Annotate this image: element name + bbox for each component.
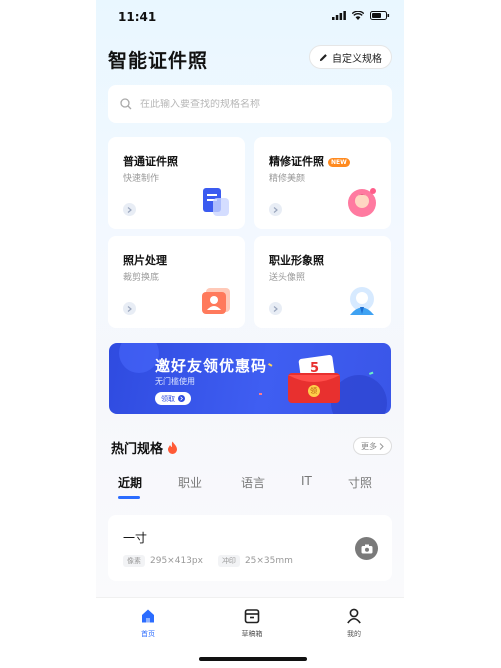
spec-tabs: 近期 职业 语言 IT 寸照 <box>96 474 404 499</box>
claim-button[interactable]: 领取 <box>155 392 191 405</box>
section-title: 热门规格 <box>111 438 178 457</box>
search-bar[interactable] <box>108 85 392 123</box>
card-subtitle: 送头像照 <box>269 273 306 283</box>
wifi-icon <box>352 11 364 20</box>
home-icon <box>142 609 154 623</box>
card-title: 精修证件照 NEW <box>269 153 350 169</box>
nav-home-label: 首页 <box>141 630 155 638</box>
nav-drafts-label: 草稿箱 <box>241 630 263 638</box>
banner-title: 邀好友领优惠码 <box>155 357 268 375</box>
document-icon <box>203 188 229 216</box>
claim-label: 领取 <box>161 394 175 403</box>
card-title: 职业形象照 <box>269 254 324 267</box>
pencil-icon <box>319 53 327 61</box>
tab-language[interactable]: 语言 <box>241 474 265 491</box>
card-standard-photo[interactable]: 普通证件照 快速制作 <box>108 137 245 229</box>
tab-it[interactable]: IT <box>301 474 312 488</box>
drafts-icon <box>244 609 260 624</box>
hot-title: 热门规格 <box>111 442 164 457</box>
print-tag: 冲印 <box>217 555 240 567</box>
card-subtitle: 精修美颜 <box>269 174 306 184</box>
pixel-value: 295×413px <box>150 556 203 566</box>
arrow-circle-icon <box>178 395 185 402</box>
status-icons <box>332 11 390 20</box>
page-title: 智能证件照 <box>108 50 209 72</box>
card-retouch-photo[interactable]: 精修证件照 NEW 精修美颜 <box>254 137 391 229</box>
tab-inch-photo[interactable]: 寸照 <box>348 474 372 491</box>
pixel-tag: 像素 <box>123 555 145 567</box>
status-bar: 11:41 <box>96 0 404 34</box>
profile-icon <box>347 608 361 624</box>
card-title-text: 精修证件照 <box>269 155 324 168</box>
nav-profile[interactable]: 我的 <box>324 608 384 639</box>
banner-decoration <box>119 343 387 414</box>
chevron-right-icon <box>379 442 384 450</box>
card-title: 普通证件照 <box>123 155 178 168</box>
battery-icon <box>370 11 390 20</box>
envelope-label: 领 <box>310 387 317 395</box>
tab-indicator <box>118 496 140 499</box>
card-subtitle: 快速制作 <box>123 174 160 184</box>
red-envelope: 5 领 <box>286 355 346 405</box>
custom-spec-label: 自定义规格 <box>332 53 382 65</box>
card-professional-photo[interactable]: 职业形象照 送头像照 <box>254 236 391 328</box>
new-badge: NEW <box>328 157 350 167</box>
arrow-right-icon <box>123 203 136 216</box>
card-title: 照片处理 <box>123 254 167 267</box>
coupon-amount: 5 <box>310 361 320 376</box>
card-photo-processing[interactable]: 照片处理 裁剪换底 <box>108 236 245 328</box>
camera-icon <box>361 544 372 553</box>
spec-list-item[interactable]: 一寸 像素 295×413px 冲印 25×35mm <box>108 515 392 581</box>
fire-icon <box>168 441 178 454</box>
banner-subtitle: 无门槛使用 <box>155 377 195 386</box>
custom-spec-button[interactable]: 自定义规格 <box>309 45 392 69</box>
nav-drafts[interactable]: 草稿箱 <box>222 608 282 639</box>
app-screen: 11:41 智能证件照 自定义规格 普通证件照 快速制作 精修证件照 NEW 精修… <box>96 0 404 668</box>
arrow-right-icon <box>269 302 282 315</box>
print-value: 25×35mm <box>244 556 293 566</box>
arrow-right-icon <box>123 302 136 315</box>
more-button[interactable]: 更多 <box>353 437 392 455</box>
camera-button[interactable] <box>355 537 378 560</box>
nav-home[interactable]: 首页 <box>118 608 178 639</box>
home-indicator <box>199 657 307 661</box>
nav-profile-label: 我的 <box>347 630 361 638</box>
id-card-icon <box>202 288 230 314</box>
spec-name: 一寸 <box>123 531 148 545</box>
portrait-woman-icon <box>348 188 376 217</box>
signal-icon <box>332 11 346 20</box>
more-label: 更多 <box>361 441 377 451</box>
tab-profession[interactable]: 职业 <box>178 474 202 491</box>
tab-recent[interactable]: 近期 <box>118 474 142 491</box>
arrow-right-icon <box>269 203 282 216</box>
business-avatar-icon <box>350 287 374 315</box>
search-input[interactable] <box>140 98 360 110</box>
status-time: 11:41 <box>118 10 157 24</box>
spec-meta: 像素 295×413px 冲印 25×35mm <box>123 555 293 567</box>
invite-banner[interactable]: 邀好友领优惠码 无门槛使用 领取 5 领 <box>109 343 391 414</box>
card-subtitle: 裁剪换底 <box>123 273 160 283</box>
search-icon <box>120 98 132 110</box>
